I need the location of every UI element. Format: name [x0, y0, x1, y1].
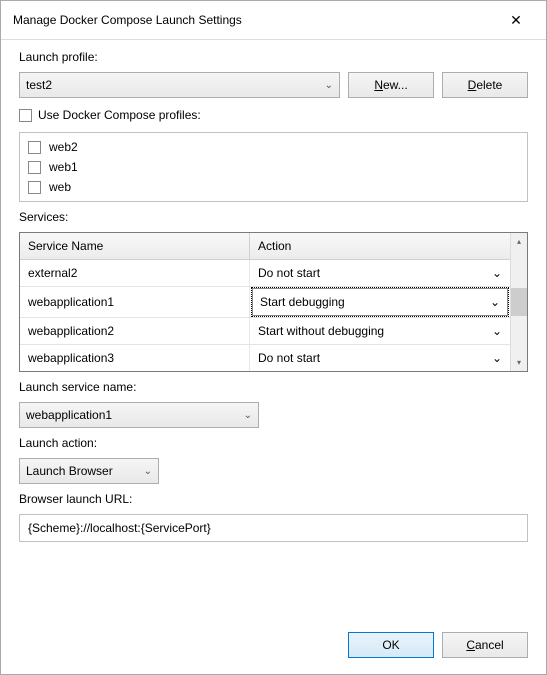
use-profiles-label: Use Docker Compose profiles: — [38, 108, 201, 122]
browser-url-input[interactable]: {Scheme}://localhost:{ServicePort} — [19, 514, 528, 542]
dialog-footer: OK Cancel — [1, 622, 546, 674]
service-name-header[interactable]: Service Name — [20, 233, 250, 259]
compose-profiles-list: web2 web1 web — [19, 132, 528, 202]
compose-profile-item[interactable]: web1 — [28, 159, 519, 175]
service-action-select[interactable]: Start debugging ⌄ — [251, 287, 509, 317]
services-label: Services: — [19, 210, 528, 224]
table-row: external2 Do not start ⌄ — [20, 260, 510, 287]
dialog-window: Manage Docker Compose Launch Settings ✕ … — [0, 0, 547, 675]
compose-profile-item[interactable]: web — [28, 179, 519, 195]
launch-service-name-value: webapplication1 — [26, 408, 112, 422]
services-table: Service Name Action external2 Do not sta… — [19, 232, 528, 372]
launch-profile-label: Launch profile: — [19, 50, 528, 64]
ok-button[interactable]: OK — [348, 632, 434, 658]
service-name-cell[interactable]: external2 — [20, 260, 250, 286]
launch-action-value: Launch Browser — [26, 464, 113, 478]
chevron-down-icon: ⌄ — [144, 466, 152, 477]
service-name-cell[interactable]: webapplication3 — [20, 345, 250, 371]
profile-checkbox[interactable] — [28, 161, 41, 174]
browser-url-label: Browser launch URL: — [19, 492, 528, 506]
profile-label: web2 — [49, 140, 78, 154]
profile-label: web1 — [49, 160, 78, 174]
window-title: Manage Docker Compose Launch Settings — [13, 13, 242, 27]
launch-action-label: Launch action: — [19, 436, 528, 450]
use-profiles-checkbox[interactable] — [19, 109, 32, 122]
table-row: webapplication1 Start debugging ⌄ — [20, 287, 510, 318]
delete-button[interactable]: Delete — [442, 72, 528, 98]
service-action-select[interactable]: Start without debugging ⌄ — [250, 318, 510, 344]
table-row: webapplication2 Start without debugging … — [20, 318, 510, 345]
launch-profile-value: test2 — [26, 78, 52, 92]
launch-service-name-select[interactable]: webapplication1 ⌄ — [19, 402, 259, 428]
titlebar: Manage Docker Compose Launch Settings ✕ — [1, 1, 546, 40]
cancel-button[interactable]: Cancel — [442, 632, 528, 658]
launch-action-select[interactable]: Launch Browser ⌄ — [19, 458, 159, 484]
profile-checkbox[interactable] — [28, 141, 41, 154]
service-name-cell[interactable]: webapplication2 — [20, 318, 250, 344]
browser-url-value: {Scheme}://localhost:{ServicePort} — [28, 521, 211, 535]
launch-profile-row: test2 ⌄ New... Delete — [19, 72, 528, 98]
table-header: Service Name Action — [20, 233, 510, 260]
action-header[interactable]: Action — [250, 233, 510, 259]
scroll-down-icon[interactable]: ▾ — [511, 354, 527, 371]
service-action-select[interactable]: Do not start ⌄ — [250, 345, 510, 371]
chevron-down-icon: ⌄ — [492, 351, 502, 365]
chevron-down-icon: ⌄ — [492, 266, 502, 280]
use-profiles-row[interactable]: Use Docker Compose profiles: — [19, 106, 528, 124]
close-icon: ✕ — [510, 12, 522, 29]
service-name-cell[interactable]: webapplication1 — [20, 287, 250, 317]
chevron-down-icon: ⌄ — [325, 80, 333, 91]
table-row: webapplication3 Do not start ⌄ — [20, 345, 510, 371]
compose-profile-item[interactable]: web2 — [28, 139, 519, 155]
content-area: Launch profile: test2 ⌄ New... Delete Us… — [1, 40, 546, 622]
chevron-down-icon: ⌄ — [490, 295, 500, 309]
close-button[interactable]: ✕ — [496, 7, 536, 33]
profile-label: web — [49, 180, 71, 194]
chevron-down-icon: ⌄ — [492, 324, 502, 338]
scroll-up-icon[interactable]: ▴ — [511, 233, 527, 250]
table-scrollbar[interactable]: ▴ ▾ — [510, 233, 527, 371]
profile-checkbox[interactable] — [28, 181, 41, 194]
service-action-select[interactable]: Do not start ⌄ — [250, 260, 510, 286]
chevron-down-icon: ⌄ — [244, 410, 252, 421]
launch-service-name-label: Launch service name: — [19, 380, 528, 394]
scroll-thumb[interactable] — [511, 288, 527, 316]
launch-profile-select[interactable]: test2 ⌄ — [19, 72, 340, 98]
new-button[interactable]: New... — [348, 72, 434, 98]
